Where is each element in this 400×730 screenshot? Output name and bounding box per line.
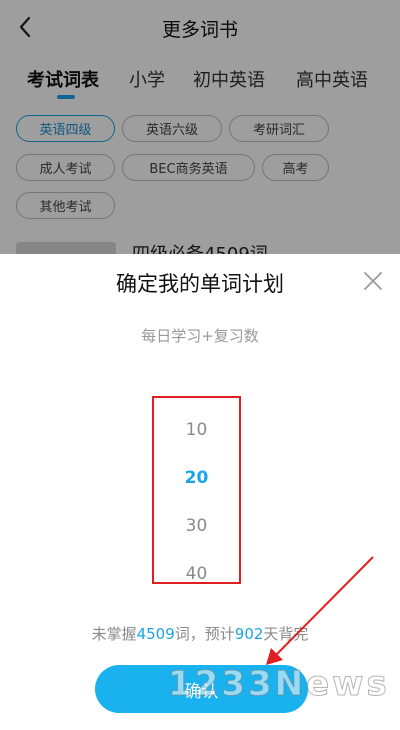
- close-button[interactable]: [362, 270, 384, 292]
- picker-option-selected[interactable]: 20: [154, 468, 239, 488]
- estimated-days: 902: [234, 625, 264, 643]
- summary-suffix: 天背完: [263, 625, 309, 643]
- picker-option[interactable]: 10: [154, 420, 239, 440]
- picker-option[interactable]: 40: [154, 564, 239, 584]
- close-icon: [364, 272, 382, 290]
- plan-dialog: 确定我的单词计划 每日学习+复习数 10 20 30 40 未掌握4509词，预…: [0, 254, 400, 730]
- dialog-title: 确定我的单词计划: [116, 272, 284, 296]
- picker-option[interactable]: 30: [154, 516, 239, 536]
- remaining-word-count: 4509: [136, 625, 175, 643]
- summary-prefix: 未掌握: [91, 625, 137, 643]
- plan-summary: 未掌握4509词，预计902天背完: [0, 623, 400, 644]
- summary-middle: 词，预计: [174, 625, 235, 643]
- dialog-subtitle: 每日学习+复习数: [141, 327, 259, 345]
- daily-count-picker[interactable]: 10 20 30 40: [152, 396, 241, 584]
- watermark-logo: 1233News: [168, 664, 390, 705]
